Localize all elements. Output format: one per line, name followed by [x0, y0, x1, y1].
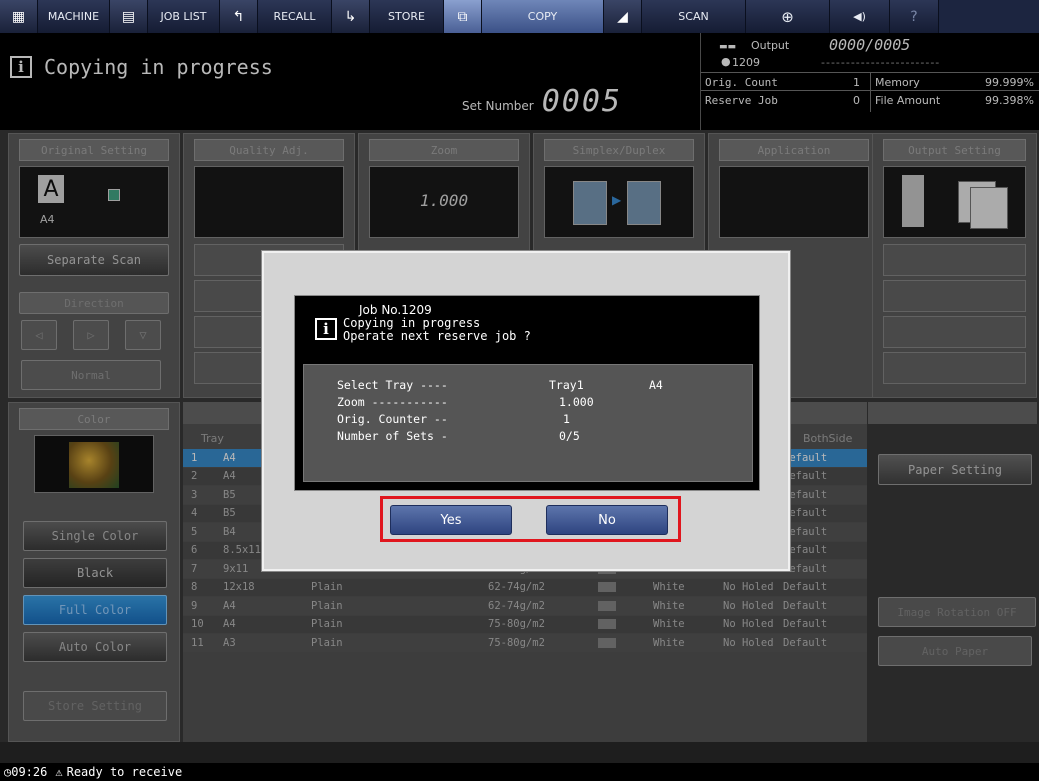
globe-icon: ⊕	[781, 7, 794, 26]
help-button[interactable]: ?	[890, 0, 939, 33]
summary-label: Select Tray ----	[337, 378, 448, 392]
summary-extra: A4	[649, 378, 663, 392]
summary-row: Number of Sets - 0/5	[329, 428, 729, 444]
copy-screen: ▦ MACHINE ▤ JOB LIST ↰ RECALL ↳ STORE ⧉ COPY …	[0, 0, 1039, 781]
job-list-icon: ▤	[110, 0, 148, 33]
highlight-box	[380, 496, 681, 542]
volume-button[interactable]: ◀)	[830, 0, 890, 33]
tab-copy[interactable]: ⧉ COPY	[444, 0, 604, 33]
summary-row: Orig. Counter -- 1	[329, 411, 729, 427]
tab-label: RECALL	[273, 10, 316, 23]
tab-recall[interactable]: ↰ RECALL	[220, 0, 332, 33]
speaker-icon: ◀)	[853, 10, 866, 23]
tab-label: JOB LIST	[160, 10, 207, 23]
tab-label: COPY	[527, 10, 558, 23]
status-bar: ◷ 09:26 ⚠ Ready to receive	[0, 763, 1039, 781]
dialog-message-panel: Job No.1209 i Copying in progress Operat…	[294, 295, 760, 491]
machine-icon: ▦	[0, 0, 38, 33]
dialog-line-2: Operate next reserve job ?	[343, 329, 531, 343]
copy-icon: ⧉	[444, 0, 482, 33]
info-icon: i	[315, 318, 337, 340]
summary-value: 1	[563, 412, 570, 426]
dialog-message: Copying in progress Operate next reserve…	[343, 317, 531, 343]
summary-label: Orig. Counter --	[337, 412, 448, 426]
top-tab-bar: ▦ MACHINE ▤ JOB LIST ↰ RECALL ↳ STORE ⧉ COPY …	[0, 0, 1039, 33]
scan-icon: ◢	[604, 0, 642, 33]
job-summary: Select Tray ---- Tray1 A4 Zoom -----------…	[303, 364, 753, 482]
ready-icon: ⚠	[55, 765, 63, 779]
tab-store[interactable]: ↳ STORE	[332, 0, 444, 33]
summary-label: Zoom -----------	[337, 395, 448, 409]
tab-machine[interactable]: ▦ MACHINE	[0, 0, 110, 33]
status-text: Ready to receive	[66, 765, 183, 779]
tab-label: SCAN	[678, 10, 709, 23]
summary-value: 1.000	[559, 395, 594, 409]
store-icon: ↳	[332, 0, 370, 33]
tab-scan[interactable]: ◢ SCAN	[604, 0, 746, 33]
summary-label: Number of Sets -	[337, 429, 448, 443]
language-button[interactable]: ⊕	[746, 0, 830, 33]
tab-label: STORE	[388, 10, 425, 23]
tab-job-list[interactable]: ▤ JOB LIST	[110, 0, 220, 33]
help-icon: ?	[910, 8, 918, 25]
summary-row: Zoom ----------- 1.000	[329, 394, 729, 410]
status-time: 09:26	[11, 765, 48, 779]
tab-label: MACHINE	[47, 10, 100, 23]
summary-value: 0/5	[559, 429, 580, 443]
recall-icon: ↰	[220, 0, 258, 33]
clock-icon: ◷	[4, 765, 12, 779]
summary-value: Tray1	[549, 378, 584, 392]
summary-row: Select Tray ---- Tray1 A4	[329, 377, 729, 393]
job-number: Job No.1209	[359, 303, 432, 317]
